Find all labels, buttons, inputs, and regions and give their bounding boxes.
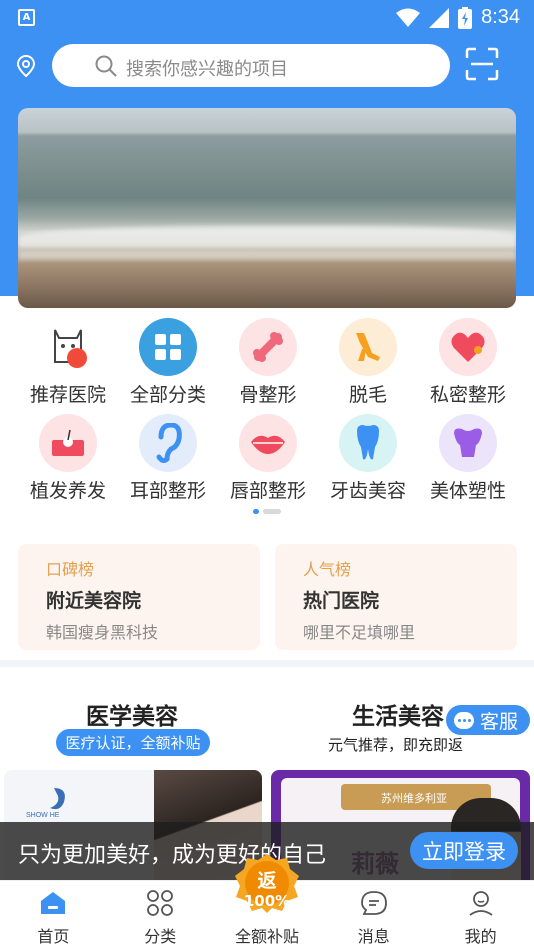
- body-icon: [439, 414, 497, 472]
- clock: 8:34: [481, 6, 520, 28]
- nav-label: 消息: [357, 927, 390, 946]
- tab-life-beauty[interactable]: 生活美容: [352, 697, 444, 731]
- nav-category[interactable]: 分类: [107, 881, 214, 950]
- home-icon: [41, 892, 66, 914]
- category-label: 美体塑性: [429, 480, 506, 502]
- rank-title: 热门医院: [303, 590, 380, 612]
- category-ear[interactable]: 耳部整形: [118, 414, 218, 510]
- rank-card-reputation[interactable]: 口碑榜 附近美容院 韩国瘦身黑科技: [18, 544, 260, 650]
- rebate-badge-line1: 返: [257, 870, 277, 892]
- category-label: 植发养发: [29, 480, 106, 502]
- app-notification-icon: A: [18, 9, 35, 26]
- search-input[interactable]: 搜索你感兴趣的项目: [52, 44, 450, 87]
- category-private[interactable]: 私密整形: [418, 318, 518, 414]
- category-bone[interactable]: 骨整形: [218, 318, 318, 414]
- grid-icon: [139, 318, 197, 376]
- clinic-logo-icon: SHOW HE: [26, 788, 65, 819]
- signal-icon: [429, 7, 450, 28]
- category-lips[interactable]: 唇部整形: [218, 414, 318, 510]
- heart-icon: [439, 318, 497, 376]
- customer-service-label: 客服: [480, 710, 519, 733]
- rank-subtitle: 韩国瘦身黑科技: [46, 623, 159, 642]
- banner-wave: [18, 226, 516, 248]
- tooth-icon: [339, 414, 397, 472]
- pager-dot-active: [253, 509, 259, 514]
- rebate-badge-line2: 100%: [243, 892, 291, 910]
- message-icon: [360, 891, 387, 915]
- nav-label: 首页: [37, 927, 70, 946]
- rank-card-popularity[interactable]: 人气榜 热门医院 哪里不足填哪里: [275, 544, 517, 650]
- tab-medical-beauty[interactable]: 医学美容: [86, 697, 178, 731]
- category-hair-removal[interactable]: 脱毛: [318, 318, 418, 414]
- rank-title: 附近美容院: [46, 590, 142, 612]
- category-label: 耳部整形: [129, 480, 206, 502]
- promo-banner[interactable]: [18, 108, 516, 308]
- nav-label: 分类: [144, 927, 177, 946]
- category-icon: [147, 890, 174, 916]
- category-label: 全部分类: [129, 384, 206, 406]
- lips-icon: [239, 414, 297, 472]
- category-teeth[interactable]: 牙齿美容: [318, 414, 418, 510]
- legs-icon: [339, 318, 397, 376]
- rebate-badge[interactable]: 返 100%: [232, 852, 302, 914]
- login-button[interactable]: 立即登录: [410, 832, 518, 869]
- nav-home[interactable]: 首页: [0, 881, 107, 950]
- banner-wave: [18, 250, 516, 260]
- category-body[interactable]: 美体塑性: [418, 414, 518, 510]
- clinic-logo-text: SHOW HE: [26, 812, 60, 819]
- lucky-cat-icon: [39, 318, 97, 376]
- chat-bubble-icon: [454, 711, 474, 729]
- search-placeholder: 搜索你感兴趣的项目: [126, 59, 288, 80]
- nav-label: 我的: [464, 927, 497, 946]
- nav-label: 全额补贴: [234, 927, 299, 946]
- category-pager: [253, 509, 281, 514]
- category-label: 私密整形: [429, 384, 506, 406]
- category-label: 唇部整形: [229, 480, 306, 502]
- life-subtitle: 元气推荐，即充即返: [328, 736, 464, 754]
- category-all[interactable]: 全部分类: [118, 318, 218, 414]
- rank-subtitle: 哪里不足填哪里: [303, 623, 416, 642]
- rank-tag: 口碑榜: [46, 560, 95, 579]
- bone-icon: [239, 318, 297, 376]
- category-label: 脱毛: [348, 384, 387, 406]
- hair-follicle-icon: [39, 414, 97, 472]
- category-grid: 推荐医院 全部分类 骨整形 脱毛 私密整形 植发养发 耳部整形 唇部整形 牙齿美…: [18, 318, 518, 510]
- pager-dot: [263, 509, 281, 514]
- scan-icon[interactable]: [465, 47, 499, 81]
- location-icon[interactable]: [14, 54, 38, 78]
- status-bar: A 8:34: [0, 0, 534, 38]
- battery-icon: [458, 6, 473, 29]
- category-label: 推荐医院: [29, 384, 106, 406]
- nav-profile[interactable]: 我的: [427, 881, 534, 950]
- profile-icon: [469, 891, 493, 916]
- nav-messages[interactable]: 消息: [320, 881, 427, 950]
- rank-tag: 人气榜: [303, 560, 352, 579]
- ear-icon: [139, 414, 197, 472]
- category-label: 牙齿美容: [329, 480, 406, 502]
- wifi-icon: [396, 8, 421, 27]
- customer-service-button[interactable]: 客服: [446, 705, 530, 735]
- search-icon: [95, 55, 117, 77]
- category-label: 骨整形: [239, 384, 297, 406]
- category-recommended-hospital[interactable]: 推荐医院: [18, 318, 118, 414]
- category-hair-transplant[interactable]: 植发养发: [18, 414, 118, 510]
- section-divider: [0, 660, 534, 667]
- medical-pill: 医疗认证，全额补贴: [56, 729, 210, 756]
